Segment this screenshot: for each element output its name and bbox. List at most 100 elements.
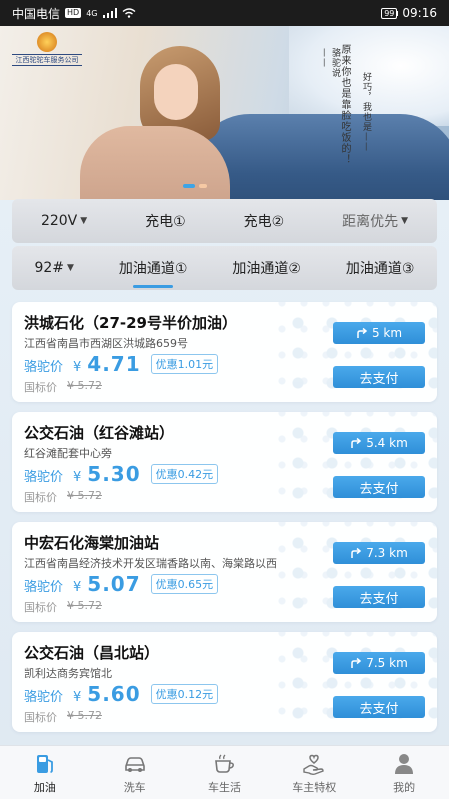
discount-badge: 优惠0.65元 [150,574,219,594]
navigate-button[interactable]: 5.4 km [333,432,425,454]
distance-label: 5 km [371,326,403,340]
currency-symbol: ¥ [73,470,82,485]
status-right: 99 09:16 [381,6,437,20]
member-price: 4.71 [87,352,141,376]
caret-down-icon: ▼ [401,216,408,226]
station-card[interactable]: 公交石油（昌北站） 凯利达商务宾馆北 骆驼价 ¥ 5.60 优惠0.12元 国标… [12,632,437,732]
reference-price: ¥ 5.72 [67,379,102,392]
reference-price-label: 国标价 [24,601,57,614]
station-address: 红谷滩配套中心旁 [24,447,112,460]
navigate-button[interactable]: 7.5 km [333,652,425,674]
tab-profile[interactable]: 我的 [364,751,444,795]
member-price: 5.07 [87,572,141,596]
distance-label: 7.3 km [366,546,408,560]
reference-price-row: 国标价 ¥ 5.72 [24,599,102,615]
currency-symbol: ¥ [73,690,82,705]
reference-price-label: 国标价 [24,381,57,394]
tab-owner-privileges[interactable]: 车主特权 [274,751,354,795]
tab-fuel-channel-1[interactable]: 加油通道① [113,258,194,288]
camel-logo-icon [37,32,57,52]
hd-badge: HD [65,8,82,18]
hand-heart-icon [303,754,324,775]
banner-caption-reply: 好巧，我也是—— [361,72,371,152]
tab-refuel[interactable]: 加油 [5,751,85,795]
wifi-icon [122,8,135,18]
battery-icon: 99 [381,7,398,19]
banner-dot[interactable] [199,184,207,188]
sort-select[interactable]: 距离优先 ▼ [336,211,414,231]
person-face [154,64,198,120]
station-address: 江西省南昌市西湖区洪城路659号 [24,337,188,350]
coffee-cup-icon [215,754,235,773]
price-row: 骆驼价 ¥ 5.60 优惠0.12元 [24,682,219,707]
tab-fuel-channel-3[interactable]: 加油通道③ [340,258,421,278]
banner-dot-active[interactable] [183,184,195,188]
station-card[interactable]: 公交石油（红谷滩站） 红谷滩配套中心旁 骆驼价 ¥ 5.30 优惠0.42元 国… [12,412,437,512]
fuel-pump-icon [36,754,53,773]
price-label: 骆驼价 [24,690,64,705]
tab-fuel-channel-1-label: 加油通道① [118,261,188,277]
promo-banner[interactable]: 江西驼驼车服务公司 骆驼说—— 原来你也是靠脸吃饭的！ 好巧，我也是—— [0,26,449,200]
tab-fuel-channel-2[interactable]: 加油通道② [226,258,307,278]
station-card[interactable]: 洪城石化（27-29号半价加油） 江西省南昌市西湖区洪城路659号 骆驼价 ¥ … [12,302,437,402]
logo-text: 江西驼驼车服务公司 [12,54,82,66]
price-label: 骆驼价 [24,360,64,375]
station-card[interactable]: 中宏石化海棠加油站 江西省南昌经济技术开发区瑞香路以南、海棠路以西 骆驼价 ¥ … [12,522,437,622]
tab-owner-privileges-label: 车主特权 [292,780,337,794]
car-icon [124,756,145,772]
caret-down-icon: ▼ [67,263,74,273]
pay-button[interactable]: 去支付 [333,586,425,608]
tab-charge-2-label: 充电② [243,214,285,230]
voltage-label: 220V [40,213,78,229]
pay-button[interactable]: 去支付 [333,366,425,388]
price-label: 骆驼价 [24,580,64,595]
route-icon [351,547,362,558]
discount-badge: 优惠0.12元 [150,684,219,704]
discount-badge: 优惠0.42元 [150,464,219,484]
tab-charge-1-label: 充电① [145,214,186,230]
brand-logo: 江西驼驼车服务公司 [12,32,82,70]
voltage-select[interactable]: 220V ▼ [35,213,93,229]
carrier-name: 中国电信 [12,6,61,21]
battery-level: 99 [384,8,395,18]
pay-button[interactable]: 去支付 [333,696,425,718]
reference-price-row: 国标价 ¥ 5.72 [24,489,102,505]
distance-label: 5.4 km [366,436,408,450]
member-price: 5.30 [87,462,141,486]
price-row: 骆驼价 ¥ 5.07 优惠0.65元 [24,572,219,597]
tab-charge-1[interactable]: 充电① [139,211,192,231]
pay-button[interactable]: 去支付 [333,476,425,498]
banner-caption-camel-says: 骆驼说—— [319,48,340,78]
tab-fuel-channel-2-label: 加油通道② [232,261,301,277]
discount-badge: 优惠1.01元 [150,354,219,374]
tab-car-life[interactable]: 车生活 [184,751,264,795]
price-row: 骆驼价 ¥ 4.71 优惠1.01元 [24,352,219,377]
navigate-button[interactable]: 7.3 km [333,542,425,564]
route-icon [351,437,362,448]
member-price: 5.60 [87,682,141,706]
station-address: 江西省南昌经济技术开发区瑞香路以南、海棠路以西 [24,557,277,570]
navigate-button[interactable]: 5 km [333,322,425,344]
reference-price-row: 国标价 ¥ 5.72 [24,379,102,395]
fuel-grade-select[interactable]: 92# ▼ [28,260,79,276]
banner-caption-main: 原来你也是靠脸吃饭的！ [339,44,350,165]
distance-label: 7.5 km [366,656,408,670]
tab-fuel-channel-3-label: 加油通道③ [345,261,415,277]
tab-refuel-label: 加油 [33,780,56,794]
banner-person-image [80,46,230,200]
reference-price: ¥ 5.72 [67,489,102,502]
tab-charge-2[interactable]: 充电② [238,211,291,231]
status-bar: 中国电信 HD 4G 99 09:16 [0,0,449,26]
caret-down-icon: ▼ [80,216,88,226]
currency-symbol: ¥ [73,360,82,375]
route-icon [357,327,368,338]
reference-price-label: 国标价 [24,711,57,724]
tab-car-wash[interactable]: 洗车 [95,751,175,795]
charging-filter-bar: 220V ▼ 充电① 充电② 距离优先 ▼ [12,199,437,243]
bottom-tab-bar: 加油 洗车 车生活 车主特权 我的 [0,745,449,799]
price-label: 骆驼价 [24,470,64,485]
price-row: 骆驼价 ¥ 5.30 优惠0.42元 [24,462,219,487]
reference-price-row: 国标价 ¥ 5.72 [24,709,102,725]
station-name: 公交石油（昌北站） [24,644,160,662]
reference-price: ¥ 5.72 [67,599,102,612]
